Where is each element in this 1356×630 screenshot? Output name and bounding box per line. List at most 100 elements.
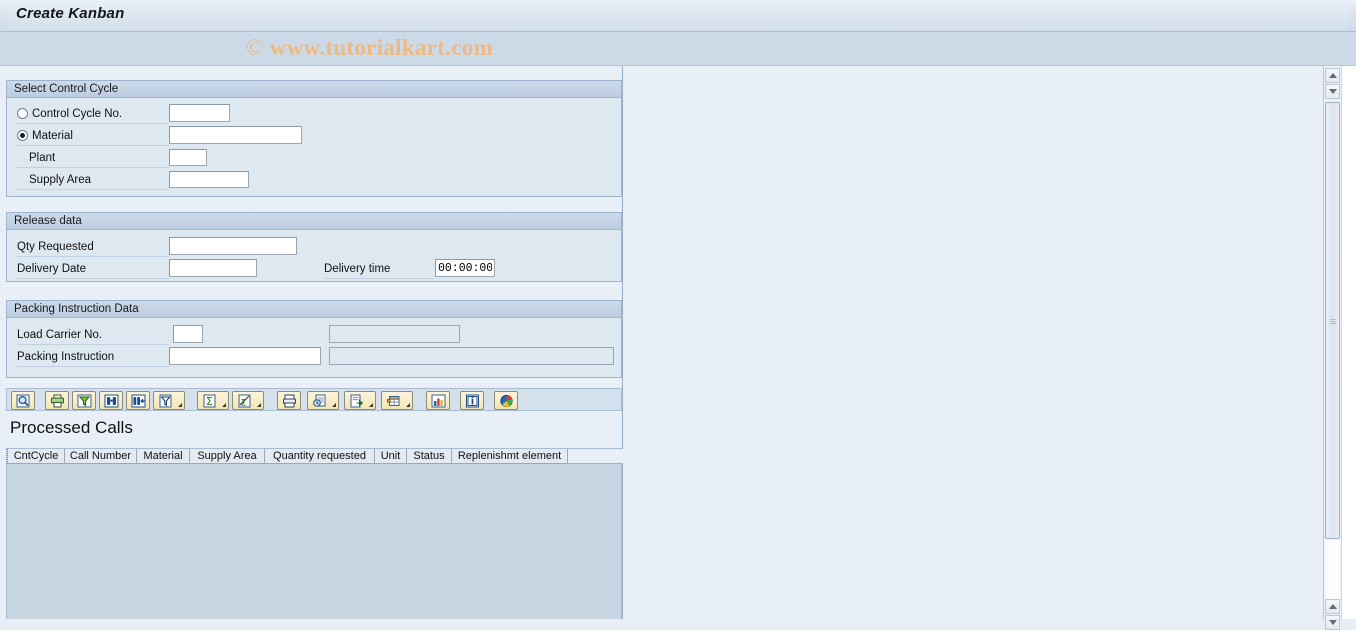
scroll-thumb[interactable] [1325,102,1340,539]
dropdown-caret-icon[interactable] [178,403,182,407]
toolbar-button-print-preview[interactable] [277,391,301,410]
input-control-cycle-no[interactable] [169,104,230,122]
page-title: Create Kanban [16,5,125,22]
color-wheel-icon [499,394,513,407]
column-separator [622,66,623,619]
label-underline-1 [17,123,169,124]
label-qty-requested: Qty Requested [17,241,94,253]
label-packing-instruction: Packing Instruction [17,351,115,363]
group-select-control-cycle: Select Control Cycle Control Cycle No. M… [6,80,622,197]
label-delivery-time: Delivery time [324,263,391,275]
copy-clock-icon [313,394,326,407]
processed-calls-title: Processed Calls [10,418,133,437]
scroll-down-button[interactable] [1325,84,1340,99]
grid-column-header[interactable]: Quantity requested [265,449,375,464]
info-icon: i [465,394,479,407]
scroll-up-button[interactable] [1325,68,1340,83]
grid-column-header[interactable]: Material [137,449,190,464]
svg-text:i: i [470,396,473,407]
input-packing-instruction[interactable] [169,347,321,365]
grid-empty-body [7,464,621,619]
label-underline-4 [17,189,169,190]
sigma-icon: Σ [203,394,216,408]
scroll-down-button-bottom[interactable] [1325,615,1340,630]
toolbar-button-export-local-file[interactable] [344,391,376,410]
sap-window: Create Kanban © www.tutorialkart.com Sel… [0,0,1356,630]
grid-layout-icon [387,395,400,406]
dropdown-caret-icon[interactable] [222,403,226,407]
toolbar-button-select-layout[interactable] [381,391,413,410]
group-header-select-control-cycle: Select Control Cycle [7,81,621,98]
toolbar-button-subtotal[interactable]: Σ [232,391,264,410]
input-load-carrier-description [329,325,460,343]
toolbar-button-export-clipboard[interactable] [307,391,339,410]
main-canvas: Select Control Cycle Control Cycle No. M… [0,66,1323,619]
grid-column-header[interactable]: Status [407,449,452,464]
input-load-carrier-no[interactable] [173,325,203,343]
grid-column-header[interactable]: CntCycle [7,449,65,464]
group-header-release-data: Release data [7,213,621,230]
toolbar-button-find[interactable] [99,391,123,410]
triangle-up-icon [1328,604,1337,609]
binoculars-icon [104,394,118,407]
sigma-percent-icon: Σ [238,394,251,408]
input-packing-instruction-description [329,347,614,365]
svg-text:Σ: Σ [206,395,213,408]
label-underline-packing-instruction [17,366,169,367]
label-control-cycle-no: Control Cycle No. [32,108,123,120]
grid-column-header[interactable]: Replenishmt element [452,449,568,464]
label-plant: Plant [29,152,56,164]
watermark-url: www.tutorialkart.com [269,35,494,60]
magnifier-document-icon [16,394,29,407]
triangle-down-icon [1328,89,1337,94]
grid-column-header[interactable]: Supply Area [190,449,265,464]
input-delivery-date[interactable] [169,259,257,277]
watermark-band: © www.tutorialkart.com [0,32,1356,66]
input-supply-area[interactable] [169,171,249,188]
print-preview-icon [282,394,296,407]
radio-material[interactable] [17,130,28,141]
triangle-down-icon [1328,620,1337,625]
group-release-data: Release data Qty Requested Delivery Date… [6,212,622,282]
dropdown-caret-icon[interactable] [406,403,410,407]
toolbar-button-filter-funnel[interactable] [72,391,96,410]
input-qty-requested[interactable] [169,237,297,255]
grid-column-header[interactable]: Call Number [65,449,137,464]
toolbar-button-details[interactable] [11,391,35,410]
label-supply-area: Supply Area [29,174,92,186]
copyright-icon: © [246,35,264,60]
input-plant[interactable] [169,149,207,166]
toolbar-button-info[interactable]: i [460,391,484,410]
outer-scroll-gutter [1341,66,1356,619]
alv-toolbar: Σ Σ i [6,388,622,411]
toolbar-button-set-filter[interactable] [153,391,185,410]
radio-control-cycle-no[interactable] [17,108,28,119]
label-underline-delivery-time [324,278,434,279]
group-header-packing-instruction-data: Packing Instruction Data [7,301,621,318]
binoculars-plus-icon [131,394,145,407]
toolbar-button-total[interactable]: Σ [197,391,229,410]
scroll-track[interactable] [1325,540,1340,599]
label-underline-3 [17,167,169,168]
group-packing-instruction-data: Packing Instruction Data Load Carrier No… [6,300,622,378]
label-material: Material [32,130,73,142]
export-file-icon [350,394,364,407]
input-material[interactable] [169,126,302,144]
dropdown-caret-icon[interactable] [257,403,261,407]
dropdown-caret-icon[interactable] [332,403,336,407]
label-underline-qty [17,256,169,257]
title-bar-inner [8,4,1348,30]
label-delivery-date: Delivery Date [17,263,87,275]
input-delivery-time[interactable] [435,259,495,277]
page-vertical-scrollbar[interactable] [1323,66,1341,630]
grid-column-header[interactable]: Unit [375,449,407,464]
triangle-up-icon [1328,73,1337,78]
toolbar-button-graphic[interactable] [426,391,450,410]
label-load-carrier-no: Load Carrier No. [17,329,103,341]
dropdown-caret-icon[interactable] [369,403,373,407]
scroll-up-button-bottom[interactable] [1325,599,1340,614]
toolbar-button-abc-analysis[interactable] [494,391,518,410]
toolbar-button-print[interactable] [45,391,69,410]
grid-header-row: CntCycle Call Number Material Supply Area Qu… [7,449,623,464]
toolbar-button-find-next[interactable] [126,391,150,410]
